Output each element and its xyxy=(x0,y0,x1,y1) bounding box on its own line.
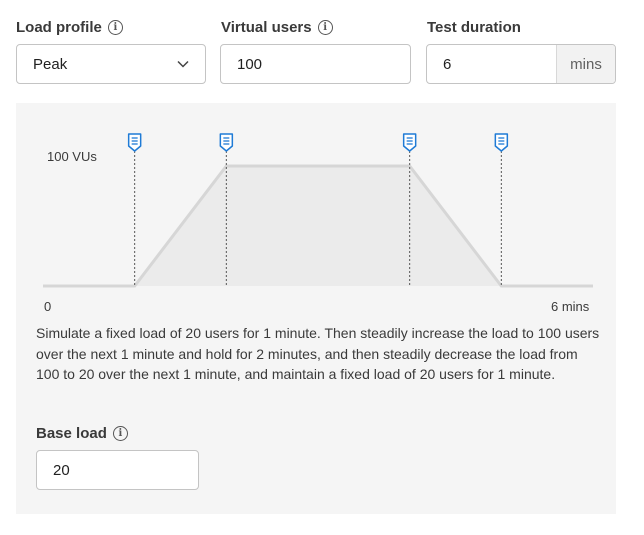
test-duration-value: 6 xyxy=(443,55,452,73)
info-icon[interactable]: i xyxy=(107,20,123,35)
load-area xyxy=(43,166,593,286)
x-start-label: 0 xyxy=(44,299,52,314)
load-description: Simulate a fixed load of 20 users for 1 … xyxy=(36,325,600,382)
test-duration-input[interactable]: 6 mins xyxy=(426,44,616,84)
load-profile-label: Load profile i xyxy=(16,19,123,36)
load-profile-value: Peak xyxy=(33,55,68,73)
load-profile-select[interactable]: Peak xyxy=(16,44,206,84)
virtual-users-input[interactable]: 100 xyxy=(220,44,411,84)
virtual-users-value: 100 xyxy=(237,55,263,73)
document-marker-icon[interactable] xyxy=(219,133,234,152)
base-load-input[interactable]: 20 xyxy=(36,450,199,490)
info-icon[interactable]: i xyxy=(317,20,333,35)
virtual-users-label: Virtual users i xyxy=(221,19,333,36)
x-end-label: 6 mins xyxy=(551,299,590,314)
document-marker-icon[interactable] xyxy=(402,133,417,152)
test-duration-label: Test duration xyxy=(427,19,521,36)
test-duration-unit: mins xyxy=(556,45,615,83)
load-chart xyxy=(43,133,593,288)
base-load-value: 20 xyxy=(53,461,70,479)
y-axis-label: 100 VUs xyxy=(47,149,97,164)
load-profile-panel: 100 VUs 0 6 mins Simulate a fixed load o… xyxy=(16,103,616,514)
base-load-label: Base load i xyxy=(36,425,128,442)
document-marker-icon[interactable] xyxy=(494,133,509,152)
chevron-down-icon xyxy=(177,60,189,68)
document-marker-icon[interactable] xyxy=(127,133,142,152)
info-icon[interactable]: i xyxy=(112,426,128,441)
